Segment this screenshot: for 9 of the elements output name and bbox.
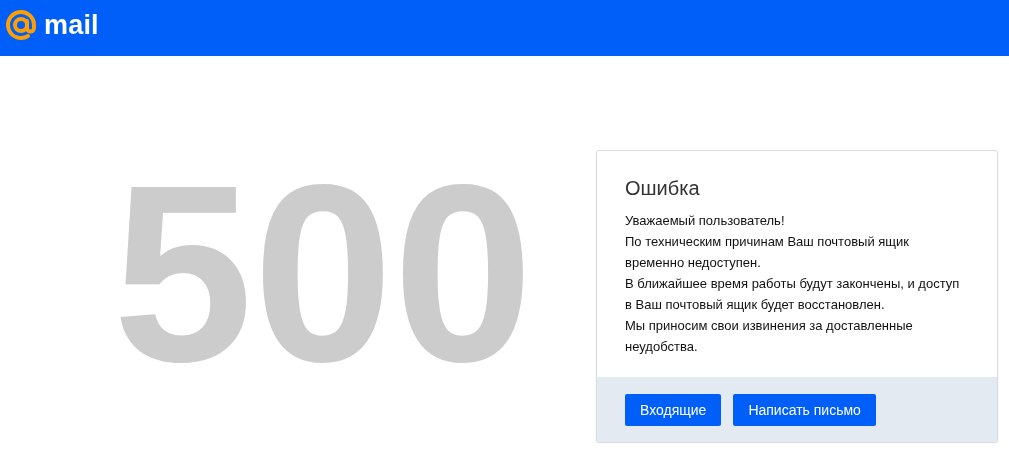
message-paragraph: Уважаемый пользователь! bbox=[625, 212, 786, 230]
message-paragraph: Мы приносим свои извинения за доставленные неудобства. bbox=[625, 317, 914, 356]
inbox-button[interactable]: Входящие bbox=[625, 394, 722, 426]
logo-text[interactable]: mail bbox=[44, 9, 99, 41]
message-paragraph: По техническим причинам Ваш почтовый ящик временно недоступен. bbox=[625, 233, 910, 272]
at-sign-icon bbox=[4, 8, 38, 42]
card-title: Ошибка bbox=[625, 177, 701, 200]
compose-button[interactable]: Написать письмо bbox=[733, 394, 876, 426]
message-paragraph: В ближайшее время работы будут закончены, и доступ в Ваш почтовый ящик будет восстановлен. bbox=[625, 275, 960, 314]
